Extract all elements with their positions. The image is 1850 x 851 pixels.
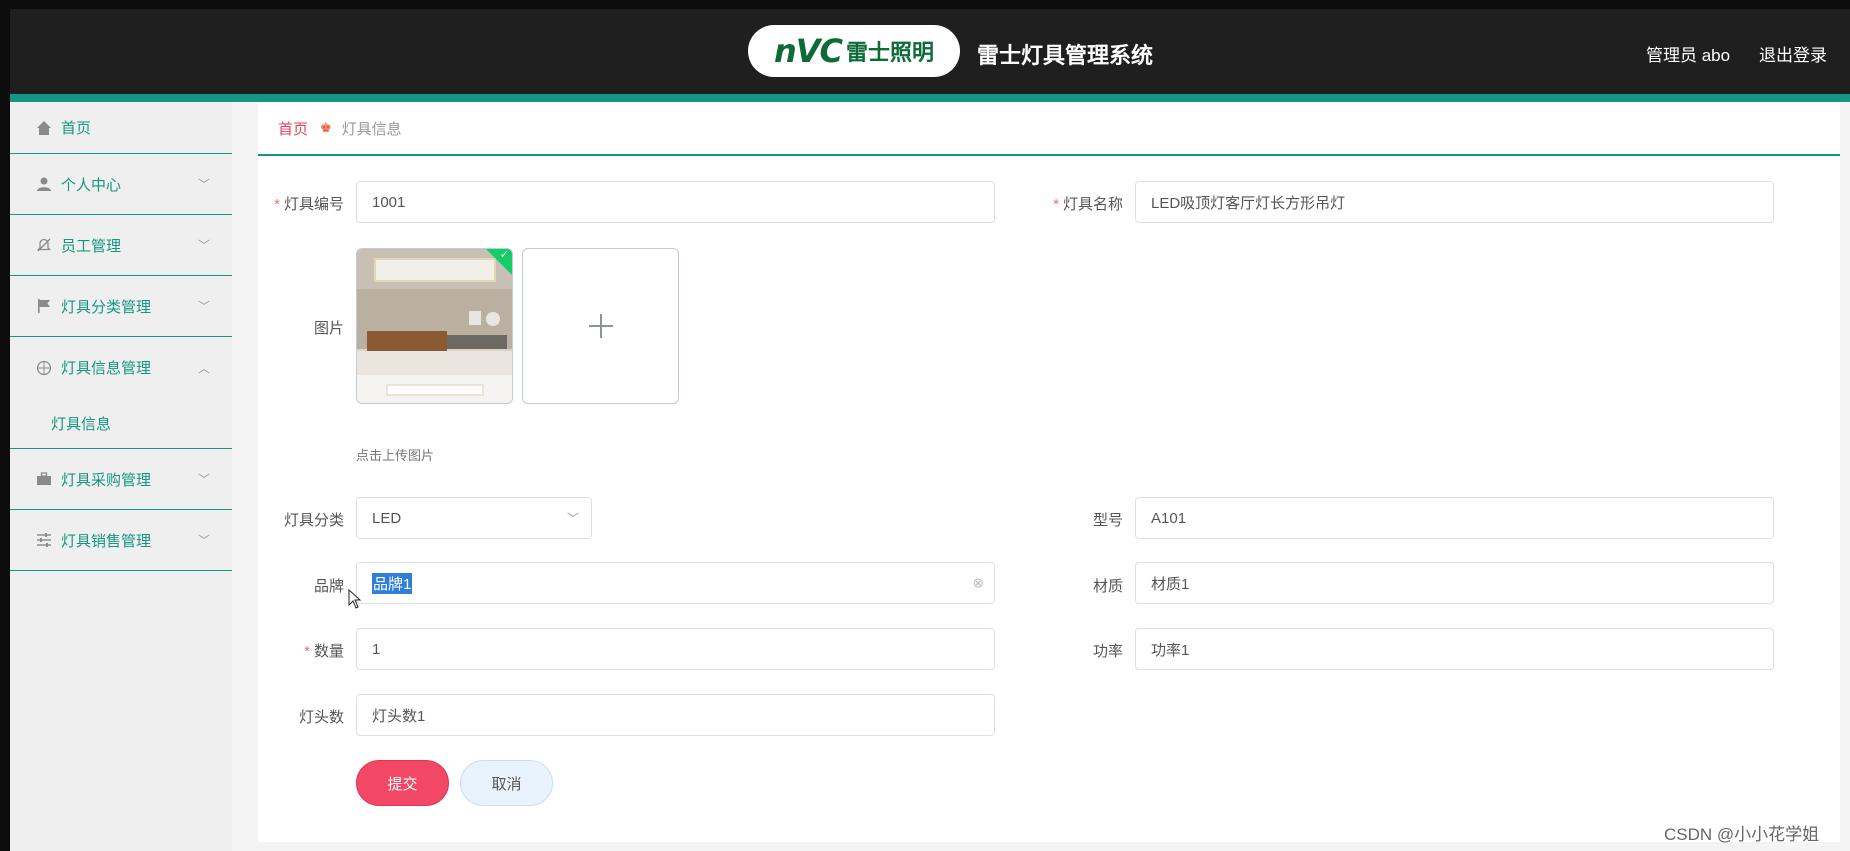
- window-edge: [0, 0, 10, 851]
- code-label: * 灯具编号: [274, 196, 344, 213]
- sidebar-item-label: 首页: [61, 120, 92, 137]
- check-icon: ✓: [499, 249, 509, 261]
- chevron-down-icon: ﹀: [197, 472, 210, 487]
- logo-mark: nVC: [773, 32, 843, 70]
- material-label: 材质: [1092, 578, 1123, 595]
- top-header: nVC 雷士照明 雷士灯具管理系统 管理员 abo 退出登录: [10, 9, 1850, 94]
- image-label: 图片: [313, 320, 344, 337]
- heads-input[interactable]: 灯头数1: [356, 694, 995, 736]
- breadcrumb: 首页 ♚ 灯具信息: [258, 102, 1840, 156]
- sidebar-subitem-lamp-info[interactable]: 灯具信息: [10, 398, 232, 448]
- briefcase-icon: [35, 470, 53, 488]
- cancel-button[interactable]: 取消: [460, 760, 553, 806]
- sidebar-item-staff[interactable]: 员工管理 ﹀: [10, 215, 232, 276]
- model-label: 型号: [1092, 512, 1123, 529]
- logout-link[interactable]: 退出登录: [1759, 41, 1827, 66]
- material-input[interactable]: 材质1: [1135, 562, 1774, 604]
- sidebar-item-label: 员工管理: [61, 237, 122, 255]
- name-label: * 灯具名称: [1053, 196, 1123, 213]
- brand-logo: nVC 雷士照明: [748, 25, 960, 77]
- sidebar-item-sales[interactable]: 灯具销售管理 ﹀: [10, 510, 232, 571]
- quantity-label: * 数量: [304, 643, 344, 660]
- power-input[interactable]: 功率1: [1135, 628, 1774, 670]
- system-title: 雷士灯具管理系统: [977, 43, 1154, 68]
- uploaded-image-thumb[interactable]: ✓: [356, 248, 513, 404]
- current-user: 管理员 abo: [1646, 46, 1731, 65]
- model-input[interactable]: A101: [1135, 497, 1774, 539]
- clear-icon[interactable]: ⊗: [972, 575, 984, 592]
- sidebar-item-home[interactable]: 首页: [10, 102, 232, 154]
- sidebar-item-label: 灯具信息管理: [61, 360, 152, 377]
- brand-label: 品牌: [313, 578, 344, 595]
- plus-icon: [588, 314, 613, 338]
- breadcrumb-separator-icon: ♚: [320, 120, 332, 135]
- chevron-down-icon: ﹀: [197, 533, 210, 548]
- sidebar-item-lamp-info[interactable]: 灯具信息管理 ︿: [10, 337, 232, 398]
- mouse-cursor-icon: [348, 589, 362, 609]
- user-icon: [35, 175, 53, 193]
- category-select[interactable]: LED ﹀: [356, 497, 592, 539]
- sidebar-item-label: 灯具采购管理: [61, 471, 152, 489]
- heads-label: 灯头数: [298, 709, 344, 726]
- breadcrumb-home[interactable]: 首页: [278, 118, 308, 139]
- upload-tip: 点击上传图片: [356, 448, 435, 463]
- flag-icon: [35, 297, 53, 315]
- code-input[interactable]: 1001: [356, 181, 995, 223]
- upload-add-button[interactable]: [522, 248, 679, 404]
- logo-subtext: 雷士照明: [846, 40, 935, 65]
- sidebar-item-label: 个人中心: [61, 176, 122, 194]
- chevron-down-icon: ﹀: [197, 177, 210, 192]
- sidebar: 首页 个人中心 ﹀ 员工管理 ﹀ 灯具分类管理 ﹀ 灯具信息管理 ︿ 灯具信息 …: [10, 102, 232, 851]
- submit-button[interactable]: 提交: [356, 760, 449, 806]
- power-label: 功率: [1092, 643, 1123, 660]
- quantity-input[interactable]: 1: [356, 628, 995, 670]
- bell-off-icon: [35, 236, 53, 254]
- chevron-up-icon: ︿: [197, 361, 210, 375]
- sidebar-item-label: 灯具分类管理: [61, 298, 152, 316]
- breadcrumb-current: 灯具信息: [341, 120, 402, 138]
- compass-icon: [35, 359, 53, 377]
- chevron-down-icon: ﹀: [566, 511, 579, 526]
- sidebar-item-profile[interactable]: 个人中心 ﹀: [10, 154, 232, 215]
- watermark: CSDN @小小花学姐: [1664, 825, 1820, 844]
- sidebar-item-label: 灯具销售管理: [61, 532, 152, 550]
- sidebar-item-purchase[interactable]: 灯具采购管理 ﹀: [10, 449, 232, 510]
- brand-input[interactable]: 品牌1 ⊗: [356, 562, 995, 604]
- header-accent-bar: [10, 94, 1850, 102]
- home-icon: [35, 119, 53, 137]
- chevron-down-icon: ﹀: [197, 299, 210, 314]
- sidebar-item-category[interactable]: 灯具分类管理 ﹀: [10, 276, 232, 337]
- category-label: 灯具分类: [283, 512, 344, 529]
- chevron-down-icon: ﹀: [197, 238, 210, 253]
- sliders-icon: [35, 531, 53, 549]
- name-input[interactable]: LED吸顶灯客厅灯长方形吊灯: [1135, 181, 1774, 223]
